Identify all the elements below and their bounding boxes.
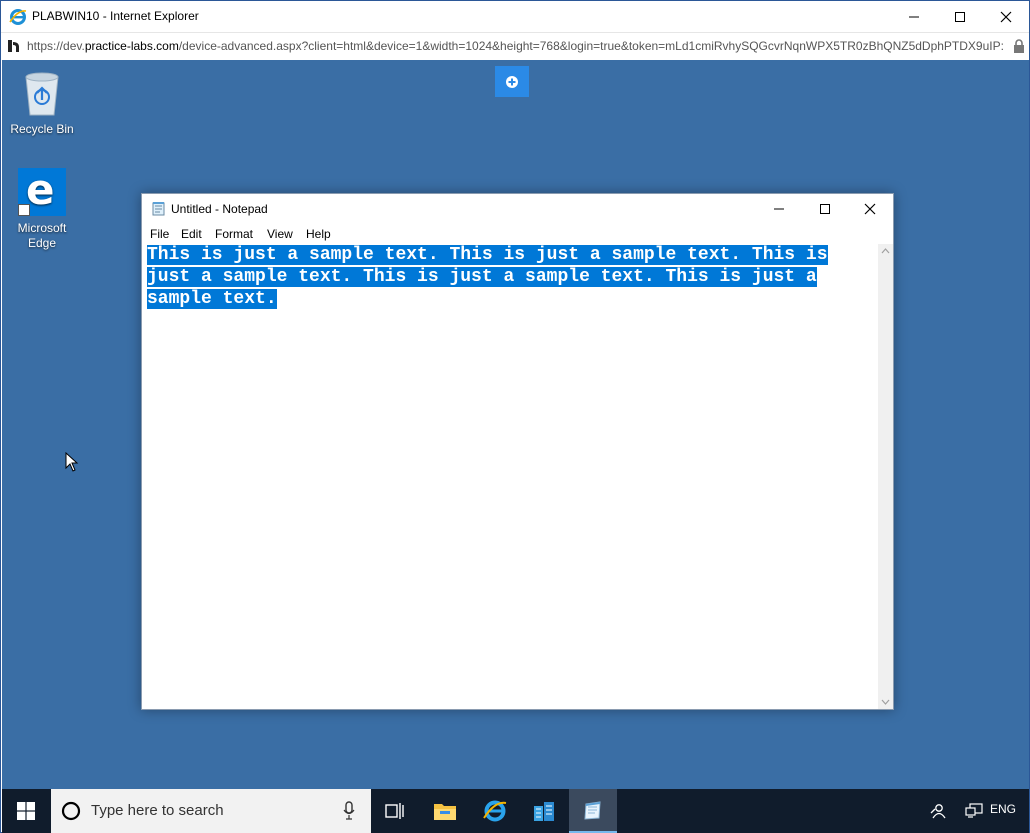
remote-toolbar-button[interactable] — [495, 66, 529, 97]
minimize-icon — [774, 208, 784, 210]
ie-taskbar-button[interactable] — [471, 789, 519, 833]
notepad-close-button[interactable] — [847, 194, 893, 224]
minimize-button[interactable] — [891, 1, 937, 32]
scroll-up-icon[interactable] — [881, 248, 890, 254]
minimize-icon — [909, 16, 919, 17]
menu-file[interactable]: File — [150, 227, 169, 241]
address-bar[interactable]: https://dev.practice-labs.com/device-adv… — [1, 32, 1029, 59]
shortcut-arrow-icon — [18, 204, 30, 216]
people-button[interactable] — [926, 789, 950, 833]
internet-explorer-icon — [483, 800, 507, 822]
notepad-menubar: File Edit Format View Help — [142, 224, 893, 244]
taskbar: Type here to search ENG — [2, 789, 1029, 833]
mouse-cursor-icon — [65, 452, 79, 472]
browser-titlebar: PLABWIN10 - Internet Explorer — [1, 1, 1029, 32]
search-box[interactable]: Type here to search — [51, 789, 371, 833]
recycle-bin-icon — [25, 72, 59, 116]
browser-window: PLABWIN10 - Internet Explorer https://de… — [0, 0, 1030, 833]
vertical-scrollbar[interactable] — [878, 244, 893, 709]
notepad-titlebar[interactable]: Untitled - Notepad — [142, 194, 893, 224]
notepad-title: Untitled - Notepad — [171, 202, 268, 216]
recycle-bin-shortcut[interactable]: Recycle Bin — [3, 69, 81, 137]
close-icon — [1000, 11, 1012, 22]
network-button[interactable] — [962, 789, 986, 833]
maximize-icon — [955, 11, 965, 22]
maximize-button[interactable] — [937, 1, 983, 32]
remote-desktop: Recycle Bin e Microsoft Edge Untitled - … — [2, 60, 1029, 789]
edge-label-line2: Edge — [27, 236, 57, 250]
maximize-icon — [820, 204, 830, 214]
search-placeholder: Type here to search — [91, 802, 224, 819]
network-icon — [965, 803, 983, 818]
recycle-bin-label: Recycle Bin — [10, 122, 74, 136]
file-explorer-button[interactable] — [421, 789, 469, 833]
buildings-icon — [534, 802, 554, 821]
notepad-icon — [152, 202, 165, 216]
cortana-circle-icon — [61, 801, 81, 821]
notepad-minimize-button[interactable] — [756, 194, 802, 224]
menu-view[interactable]: View — [267, 227, 293, 241]
lock-icon[interactable] — [1013, 39, 1025, 53]
microsoft-edge-shortcut[interactable]: e Microsoft Edge — [3, 166, 81, 251]
menu-edit[interactable]: Edit — [181, 227, 202, 241]
notepad-taskbar-button[interactable] — [569, 789, 617, 833]
notepad-text-area[interactable]: This is just a sample text. This is just… — [143, 244, 877, 709]
edge-label-line1: Microsoft — [17, 221, 67, 235]
notepad-icon — [584, 801, 601, 820]
store-button[interactable] — [520, 789, 568, 833]
text-line: This is just a sample text. This is just… — [147, 245, 828, 265]
windows-logo-icon — [17, 802, 35, 820]
start-button[interactable] — [2, 789, 50, 833]
internet-explorer-icon — [9, 9, 27, 25]
plus-circle-icon — [506, 75, 518, 88]
text-line: sample text. — [147, 289, 277, 309]
close-icon — [864, 203, 876, 215]
site-favicon-icon — [8, 40, 19, 52]
notepad-maximize-button[interactable] — [802, 194, 848, 224]
browser-title: PLABWIN10 - Internet Explorer — [32, 9, 199, 23]
language-indicator[interactable]: ENG — [990, 802, 1016, 816]
menu-format[interactable]: Format — [215, 227, 253, 241]
close-button[interactable] — [983, 1, 1029, 32]
url-text[interactable]: https://dev.practice-labs.com/device-adv… — [27, 39, 1011, 53]
task-view-icon — [385, 803, 404, 819]
task-view-button[interactable] — [371, 789, 419, 833]
people-icon — [930, 804, 946, 819]
folder-icon — [434, 804, 456, 820]
text-line: just a sample text. This is just a sampl… — [147, 267, 817, 287]
notepad-window: Untitled - Notepad File Edit Format View… — [141, 193, 894, 710]
menu-help[interactable]: Help — [306, 227, 331, 241]
microphone-icon[interactable] — [343, 801, 355, 821]
edge-icon: e — [18, 166, 66, 216]
scroll-down-icon[interactable] — [881, 699, 890, 705]
